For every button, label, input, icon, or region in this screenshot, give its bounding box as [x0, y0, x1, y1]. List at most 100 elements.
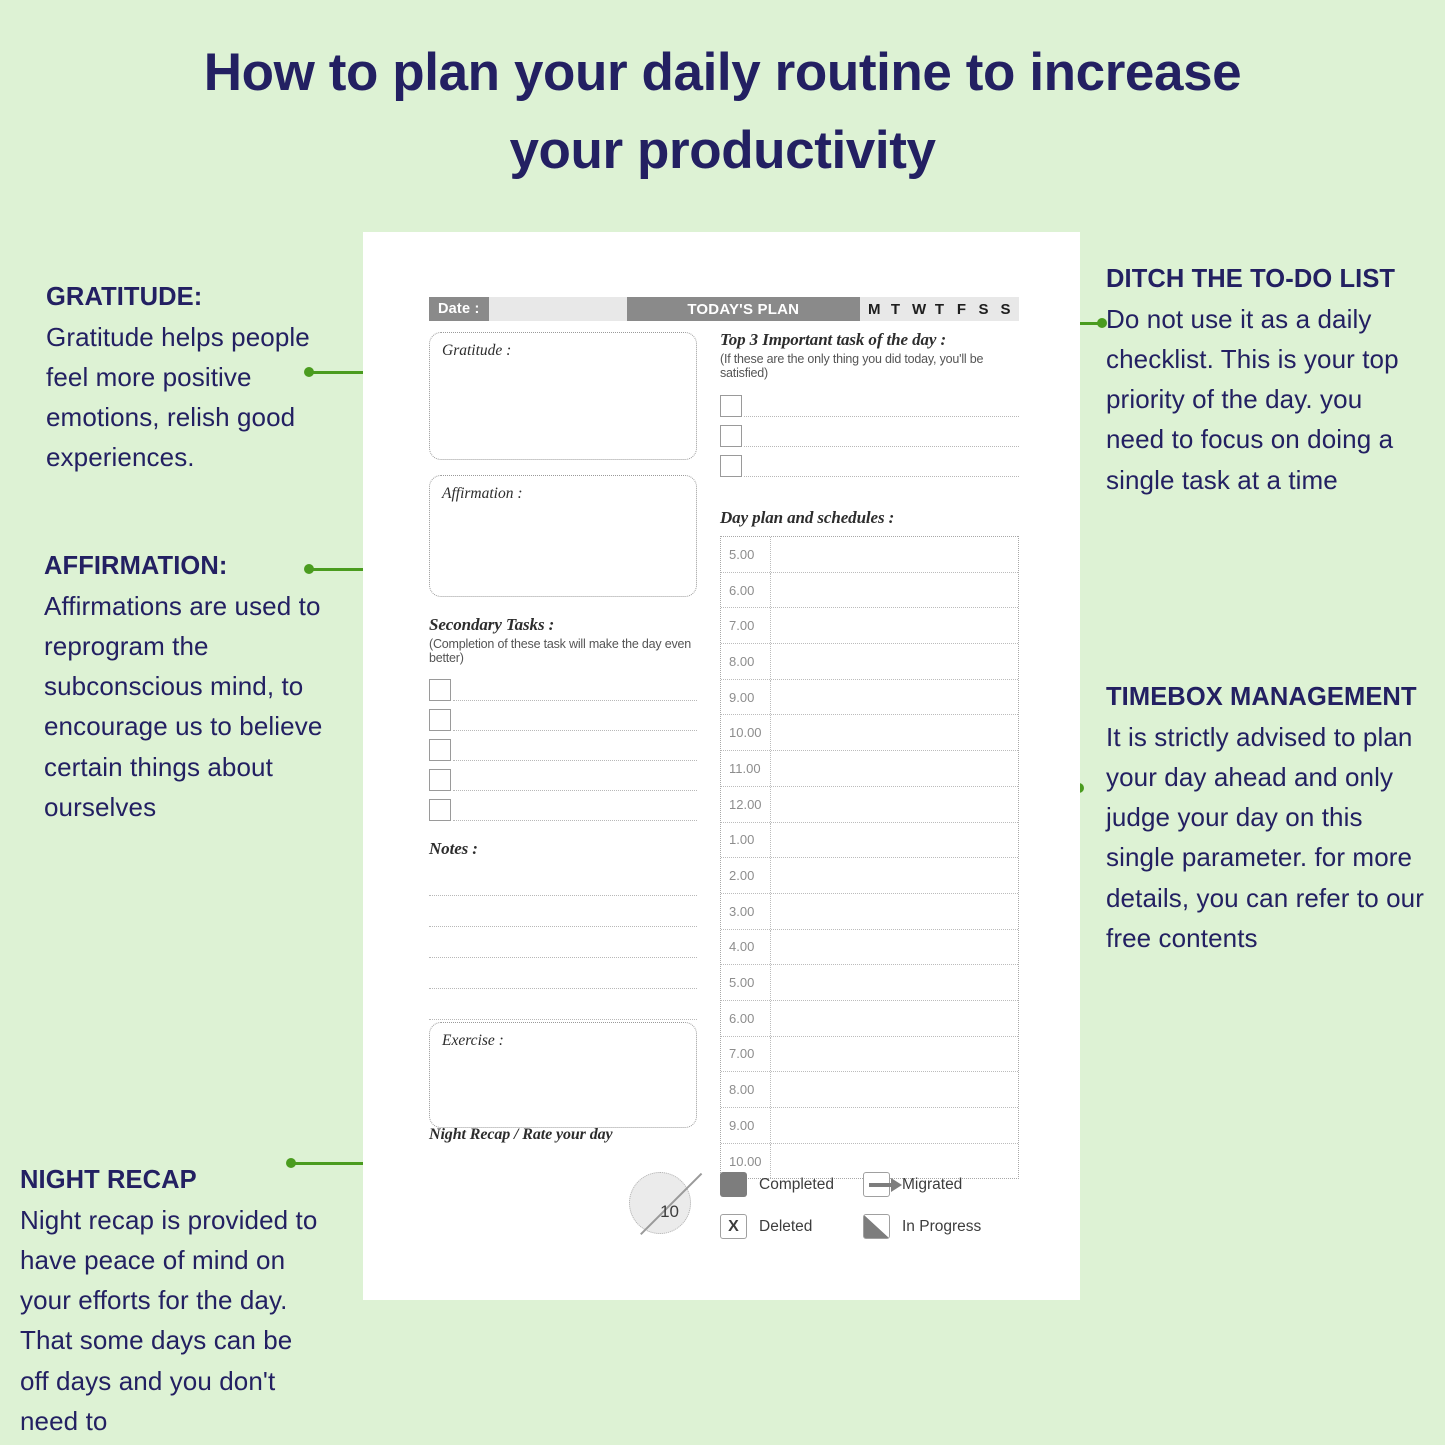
schedule-row[interactable]: 5.00 — [721, 964, 1018, 1000]
schedule-entry-cell[interactable] — [771, 1072, 1018, 1107]
task-write-line[interactable] — [744, 476, 1019, 477]
schedule-entry-cell[interactable] — [771, 1037, 1018, 1072]
note-write-line[interactable] — [429, 958, 697, 989]
schedule-entry-cell[interactable] — [771, 894, 1018, 929]
weekday-selector[interactable]: M T W T F S S — [860, 297, 1019, 321]
schedule-row[interactable]: 4.00 — [721, 928, 1018, 965]
schedule-row[interactable]: 6.00 — [721, 999, 1018, 1036]
task-write-line[interactable] — [453, 700, 697, 701]
schedule-row[interactable]: 8.00 — [721, 643, 1018, 679]
schedule-row[interactable]: 2.00 — [721, 857, 1018, 893]
secondary-tasks-section: Secondary Tasks : (Completion of these t… — [429, 615, 697, 823]
schedule-entry-cell[interactable] — [771, 537, 1018, 572]
arrow-right-icon — [863, 1172, 902, 1197]
schedule-time-label: 9.00 — [721, 679, 771, 715]
planner-left-column: Gratitude : Affirmation : Secondary Task… — [429, 332, 697, 1128]
weekday-thursday[interactable]: T — [934, 301, 945, 318]
schedule-row[interactable]: 6.00 — [721, 571, 1018, 608]
date-input[interactable] — [488, 297, 627, 321]
schedule-entry-cell[interactable] — [771, 930, 1018, 965]
top-task-row[interactable] — [720, 389, 1019, 419]
note-write-line[interactable] — [429, 896, 697, 927]
gratitude-box[interactable]: Gratitude : — [429, 332, 697, 460]
weekday-tuesday[interactable]: T — [890, 301, 901, 318]
schedule-entry-cell[interactable] — [771, 965, 1018, 1000]
annotation-affirmation: AFFIRMATION: Affirmations are used to re… — [44, 550, 344, 827]
schedule-entry-cell[interactable] — [771, 858, 1018, 893]
weekday-friday[interactable]: F — [956, 301, 967, 318]
checkbox-icon[interactable] — [429, 709, 451, 731]
weekday-saturday[interactable]: S — [978, 301, 989, 318]
exercise-box[interactable]: Exercise : — [429, 1022, 697, 1128]
planner-right-column: Top 3 Important task of the day : (If th… — [720, 330, 1019, 1180]
checkbox-icon[interactable] — [429, 679, 451, 701]
task-write-line[interactable] — [453, 790, 697, 791]
secondary-task-row[interactable] — [429, 733, 697, 763]
schedule-time-label: 3.00 — [721, 893, 771, 929]
annotation-ditch-body: Do not use it as a daily checklist. This… — [1106, 303, 1399, 495]
schedule-entry-cell[interactable] — [771, 1108, 1018, 1143]
schedule-row[interactable]: 10.00 — [721, 714, 1018, 751]
schedule-row[interactable]: 9.00 — [721, 1107, 1018, 1143]
schedule-row[interactable]: 8.00 — [721, 1071, 1018, 1107]
note-write-line[interactable] — [429, 927, 697, 958]
note-write-line[interactable] — [429, 989, 697, 1020]
checkbox-icon[interactable] — [720, 455, 742, 477]
schedule-entry-cell[interactable] — [771, 573, 1018, 608]
weekday-monday[interactable]: M — [868, 301, 881, 318]
weekday-sunday[interactable]: S — [1000, 301, 1011, 318]
schedule-row[interactable]: 9.00 — [721, 678, 1018, 715]
schedule-entry-cell[interactable] — [771, 644, 1018, 679]
checkbox-icon[interactable] — [429, 769, 451, 791]
schedule-time-label: 8.00 — [721, 644, 771, 679]
secondary-task-row[interactable] — [429, 703, 697, 733]
legend-item-migrated: Migrated — [863, 1172, 1010, 1197]
day-rating-circle[interactable]: 10 — [629, 1172, 702, 1235]
schedule-entry-cell[interactable] — [771, 715, 1018, 750]
annotation-night-recap-heading: NIGHT RECAP — [20, 1166, 197, 1194]
schedule-entry-cell[interactable] — [771, 787, 1018, 822]
schedule-row[interactable]: 12.00 — [721, 785, 1018, 822]
secondary-task-row[interactable] — [429, 763, 697, 793]
checkbox-icon[interactable] — [720, 395, 742, 417]
checkbox-icon[interactable] — [429, 799, 451, 821]
schedule-entry-cell[interactable] — [771, 608, 1018, 643]
schedule-row[interactable]: 3.00 — [721, 892, 1018, 929]
task-write-line[interactable] — [453, 820, 697, 821]
weekday-wednesday[interactable]: W — [912, 301, 926, 318]
schedule-time-label: 12.00 — [721, 786, 771, 822]
annotation-timebox-body: It is strictly advised to plan your day … — [1106, 721, 1424, 953]
task-write-line[interactable] — [453, 760, 697, 761]
task-write-line[interactable] — [453, 730, 697, 731]
schedule-entry-cell[interactable] — [771, 823, 1018, 858]
secondary-tasks-subtext: (Completion of these task will make the … — [429, 637, 692, 665]
secondary-task-row[interactable] — [429, 673, 697, 703]
schedule-entry-cell[interactable] — [771, 751, 1018, 786]
annotation-affirmation-body: Affirmations are used to reprogram the s… — [44, 590, 323, 822]
schedule-row[interactable]: 7.00 — [721, 1035, 1018, 1072]
checkbox-icon[interactable] — [429, 739, 451, 761]
top-3-tasks-section: Top 3 Important task of the day : (If th… — [720, 330, 1019, 479]
schedule-entry-cell[interactable] — [771, 1001, 1018, 1036]
top-task-row[interactable] — [720, 419, 1019, 449]
annotation-ditch-heading: DITCH THE TO-DO LIST — [1106, 265, 1396, 293]
schedule-entry-cell[interactable] — [771, 680, 1018, 715]
top-task-row[interactable] — [720, 449, 1019, 479]
schedule-row[interactable]: 7.00 — [721, 607, 1018, 644]
schedule-row[interactable]: 1.00 — [721, 821, 1018, 858]
schedule-time-label: 6.00 — [721, 1000, 771, 1036]
schedule-row[interactable]: 5.00 — [721, 536, 1018, 572]
day-plan-section: Day plan and schedules : 5.00 6.00 7.00 … — [720, 508, 1019, 1180]
secondary-task-row[interactable] — [429, 793, 697, 823]
task-write-line[interactable] — [744, 446, 1019, 447]
checkbox-icon[interactable] — [720, 425, 742, 447]
note-write-line[interactable] — [429, 865, 697, 896]
annotation-gratitude: GRATITUDE: Gratitude helps people feel m… — [46, 281, 346, 478]
schedule-time-label: 8.00 — [721, 1072, 771, 1107]
schedule-row[interactable]: 11.00 — [721, 750, 1018, 786]
gratitude-box-label: Gratitude : — [442, 342, 512, 359]
task-write-line[interactable] — [744, 416, 1019, 417]
schedule-time-label: 6.00 — [721, 572, 771, 608]
top-3-subtext: (If these are the only thing you did tod… — [720, 352, 984, 380]
affirmation-box[interactable]: Affirmation : — [429, 475, 697, 597]
